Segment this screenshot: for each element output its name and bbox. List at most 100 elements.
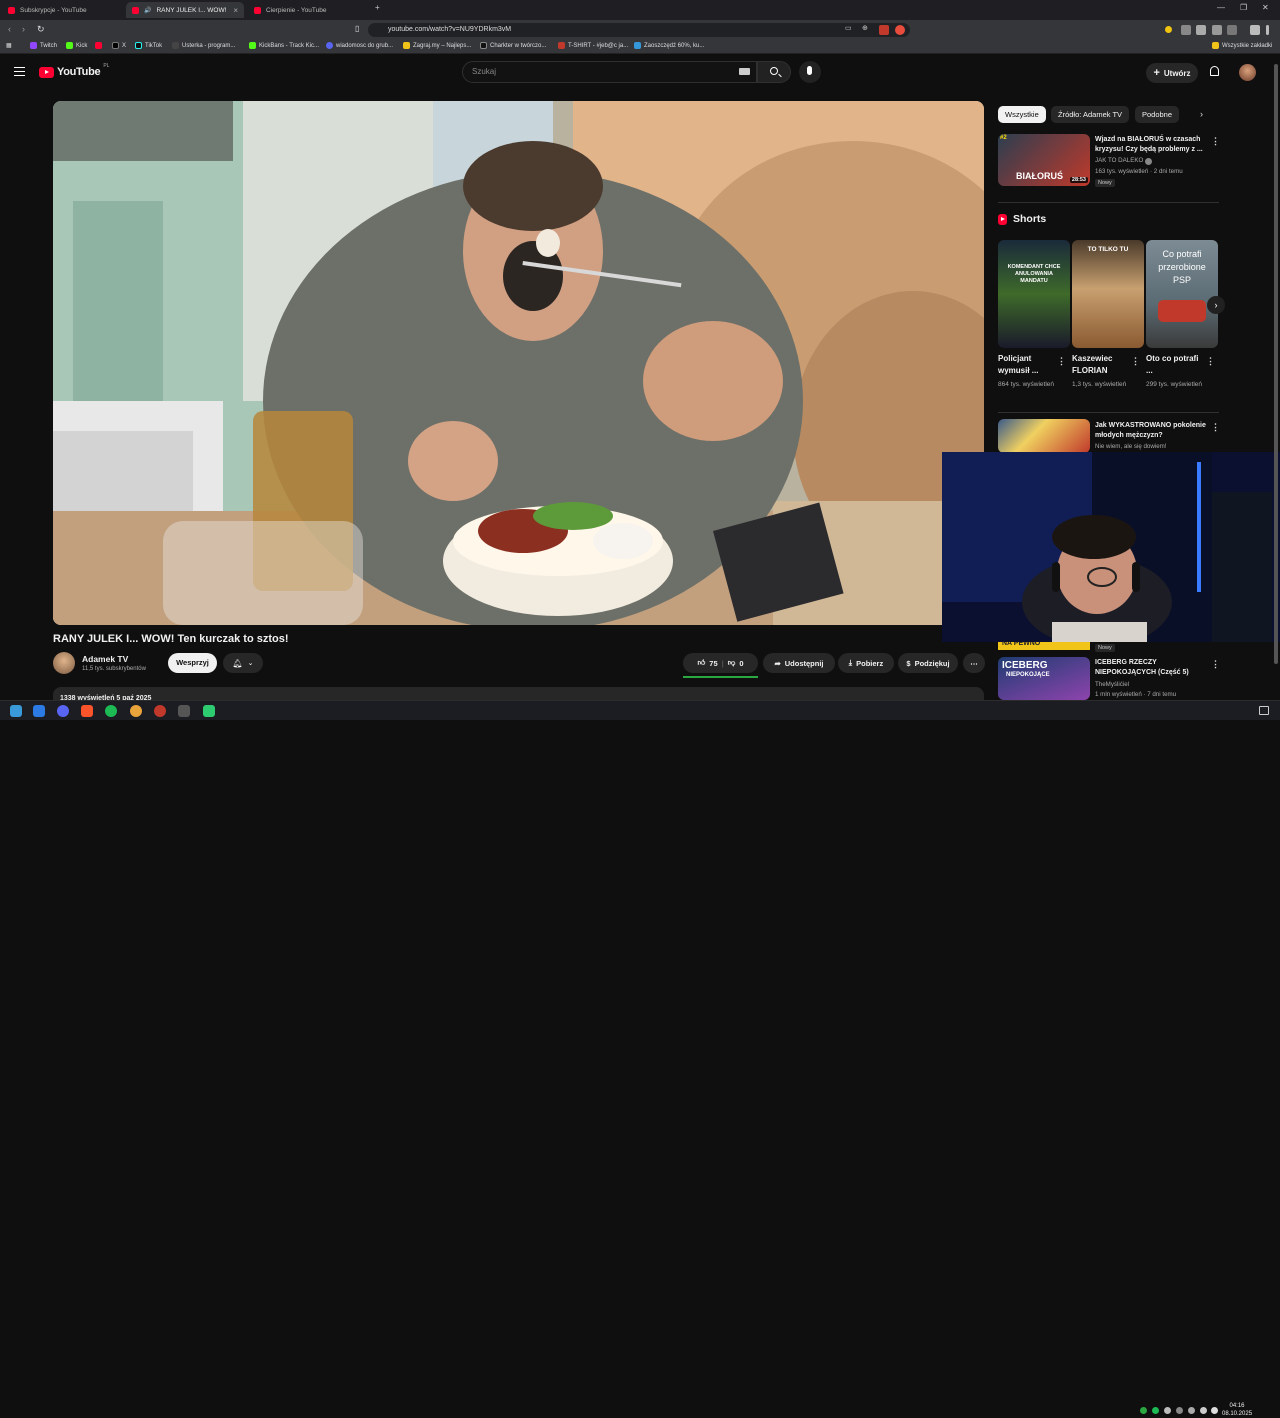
back-icon[interactable]: ‹ <box>8 24 11 34</box>
chip-all[interactable]: Wszystkie <box>998 106 1046 123</box>
chevron-right-icon[interactable]: › <box>1200 109 1203 119</box>
apps-icon[interactable]: ▦ <box>6 42 12 49</box>
hamburger-menu-icon[interactable] <box>14 67 25 76</box>
new-tab-button[interactable]: + <box>375 3 380 12</box>
search-button[interactable] <box>757 61 791 83</box>
short-title[interactable]: Policjant wymusił ... <box>998 353 1056 377</box>
volume-icon[interactable] <box>1211 1407 1218 1414</box>
bookmark-charkter[interactable]: Charkter w twórczo... <box>480 42 546 49</box>
system-clock[interactable]: 04:16 08.10.2025 <box>1222 1403 1252 1418</box>
video-thumbnail[interactable]: ICEBERG NIEPOKOJĄCE <box>998 657 1090 700</box>
media-control-icon[interactable] <box>1250 25 1260 35</box>
voice-search-button[interactable] <box>799 61 821 83</box>
tray-icon[interactable] <box>1152 1407 1159 1414</box>
subscription-bell-button[interactable]: 🔔︎ ⌄ <box>223 653 263 673</box>
search-input[interactable]: Szukaj <box>462 61 757 83</box>
chrome-icon[interactable] <box>130 705 142 717</box>
join-button[interactable]: Wesprzyj <box>168 653 217 673</box>
extension-icon[interactable] <box>879 25 889 35</box>
chevron-right-icon[interactable]: › <box>1207 296 1225 314</box>
channel-name[interactable]: JAK TO DALEKO <box>1095 157 1143 166</box>
keyboard-icon[interactable] <box>739 68 750 75</box>
extensions-puzzle-icon[interactable] <box>1212 25 1222 35</box>
more-options-icon[interactable]: ⋮ <box>1206 356 1215 367</box>
channel-avatar[interactable] <box>53 652 75 674</box>
short-thumbnail[interactable]: TO TILKO TU <box>1072 240 1144 348</box>
more-options-icon[interactable]: ⋮ <box>1211 659 1220 670</box>
bookmark-kick[interactable]: Kick <box>66 42 87 49</box>
bookmark-icon[interactable]: ▯ <box>355 24 359 33</box>
short-thumbnail[interactable]: Co potrafi przerobione PSP <box>1146 240 1218 348</box>
wifi-icon[interactable] <box>1200 1407 1207 1414</box>
tab-cierpienie[interactable]: Cierpienie - YouTube <box>248 2 370 18</box>
more-options-icon[interactable]: ⋮ <box>1211 422 1220 433</box>
reload-icon[interactable]: ↻ <box>37 24 45 35</box>
video-title[interactable]: ICEBERG RZECZY NIEPOKOJĄCYCH (Część 5) <box>1095 658 1207 677</box>
video-thumbnail[interactable]: #2 BIAŁORUŚ 28:53 <box>998 134 1090 186</box>
tray-icon[interactable] <box>1188 1407 1195 1414</box>
extension-icon[interactable] <box>1165 26 1172 33</box>
app-icon[interactable] <box>33 705 45 717</box>
bookmark-usterka[interactable]: Usterka - program... <box>172 42 235 49</box>
tray-icon[interactable] <box>1164 1407 1171 1414</box>
all-bookmarks-folder[interactable]: Wszystkie zakładki <box>1212 42 1272 49</box>
like-button[interactable]: 👍︎ 75 <box>697 658 717 668</box>
tray-icon[interactable] <box>1176 1407 1183 1414</box>
bookmark-wiadomosc[interactable]: wiadomosc do grub... <box>326 42 393 49</box>
tray-icon[interactable] <box>1140 1407 1147 1414</box>
video-title[interactable]: Wjazd na BIAŁORUŚ w czasach kryzysu! Czy… <box>1095 135 1207 154</box>
minimize-icon[interactable]: — <box>1217 3 1225 12</box>
maximize-icon[interactable]: ❐ <box>1240 3 1247 12</box>
extension-icon[interactable] <box>895 25 905 35</box>
video-thumbnail[interactable] <box>998 419 1090 453</box>
page-scrollbar[interactable] <box>1274 64 1278 664</box>
tab-subscriptions[interactable]: Subskrypcje - YouTube <box>2 2 122 18</box>
video-player[interactable] <box>53 101 984 625</box>
share-button[interactable]: ➦ Udostępnij <box>763 653 835 673</box>
extension-icon[interactable] <box>1196 25 1206 35</box>
bookmark-x[interactable]: X <box>112 42 126 49</box>
obs-icon[interactable] <box>154 705 166 717</box>
install-app-icon[interactable]: ▭ <box>845 24 852 32</box>
menu-kebab-icon[interactable] <box>1266 25 1269 35</box>
more-options-icon[interactable]: ⋮ <box>1131 356 1140 367</box>
account-avatar[interactable] <box>1239 64 1256 81</box>
bookmark-tiktok[interactable]: TikTok <box>135 42 162 49</box>
dislike-button[interactable]: 👎︎ 0 <box>728 658 744 668</box>
more-options-icon[interactable]: ⋮ <box>1057 356 1066 367</box>
forward-icon[interactable]: › <box>22 24 25 34</box>
channel-name[interactable]: Adamek TV <box>82 654 128 664</box>
bookmark-twitch[interactable]: Twitch <box>30 42 57 49</box>
thanks-button[interactable]: $ Podziękuj <box>898 653 958 673</box>
bookmark-zaoszczedz[interactable]: Zaoszczędź 60%, ku... <box>634 42 704 49</box>
app-icon[interactable] <box>178 705 190 717</box>
discord-icon[interactable] <box>57 705 69 717</box>
notifications-icon[interactable] <box>1259 706 1269 715</box>
create-button[interactable]: + Utwórz <box>1146 63 1198 83</box>
short-title[interactable]: Oto co potrafi ... <box>1146 353 1204 377</box>
close-tab-icon[interactable]: × <box>233 6 238 15</box>
youtube-logo[interactable]: YouTube PL <box>39 63 109 78</box>
windows-start-icon[interactable] <box>10 705 22 717</box>
channel-name[interactable]: TheMyślićiel <box>1095 681 1129 690</box>
brave-icon[interactable] <box>81 705 93 717</box>
more-options-icon[interactable]: ⋮ <box>1211 136 1220 147</box>
app-icon[interactable] <box>203 705 215 717</box>
short-title[interactable]: Kaszewiec FLORIAN <box>1072 353 1130 377</box>
bookmark-zagraj[interactable]: Zagraj.my – Najleps... <box>403 42 471 49</box>
address-bar[interactable]: youtube.com/watch?v=NU9YDRkm3vM <box>368 23 910 37</box>
download-button[interactable]: ⤓ Pobierz <box>838 653 894 673</box>
tab-current-video[interactable]: 🔊 RANY JULEK I... WOW! Ten ku × <box>126 2 244 18</box>
chip-related[interactable]: Podobne <box>1135 106 1180 123</box>
short-thumbnail[interactable]: KOMENDANT CHCE ANULOWANIA MANDATU <box>998 240 1070 348</box>
close-window-icon[interactable]: ✕ <box>1262 3 1269 12</box>
chip-from-channel[interactable]: Źródło: Adamek TV <box>1051 106 1130 123</box>
sidepanel-icon[interactable] <box>1227 25 1237 35</box>
channel-name[interactable]: Nie wiem, ale się dowiem! <box>1095 443 1167 452</box>
more-actions-button[interactable]: ⋯ <box>963 653 985 673</box>
video-title[interactable]: Jak WYKASTROWANO pokolenie młodych mężcz… <box>1095 421 1207 440</box>
extension-icon[interactable] <box>1181 25 1191 35</box>
bookmark-youtube[interactable] <box>95 42 102 49</box>
bookmark-tshirt[interactable]: T-SHIRT - #jeb@c ja... <box>558 42 628 49</box>
notifications-bell-icon[interactable] <box>1210 66 1219 76</box>
